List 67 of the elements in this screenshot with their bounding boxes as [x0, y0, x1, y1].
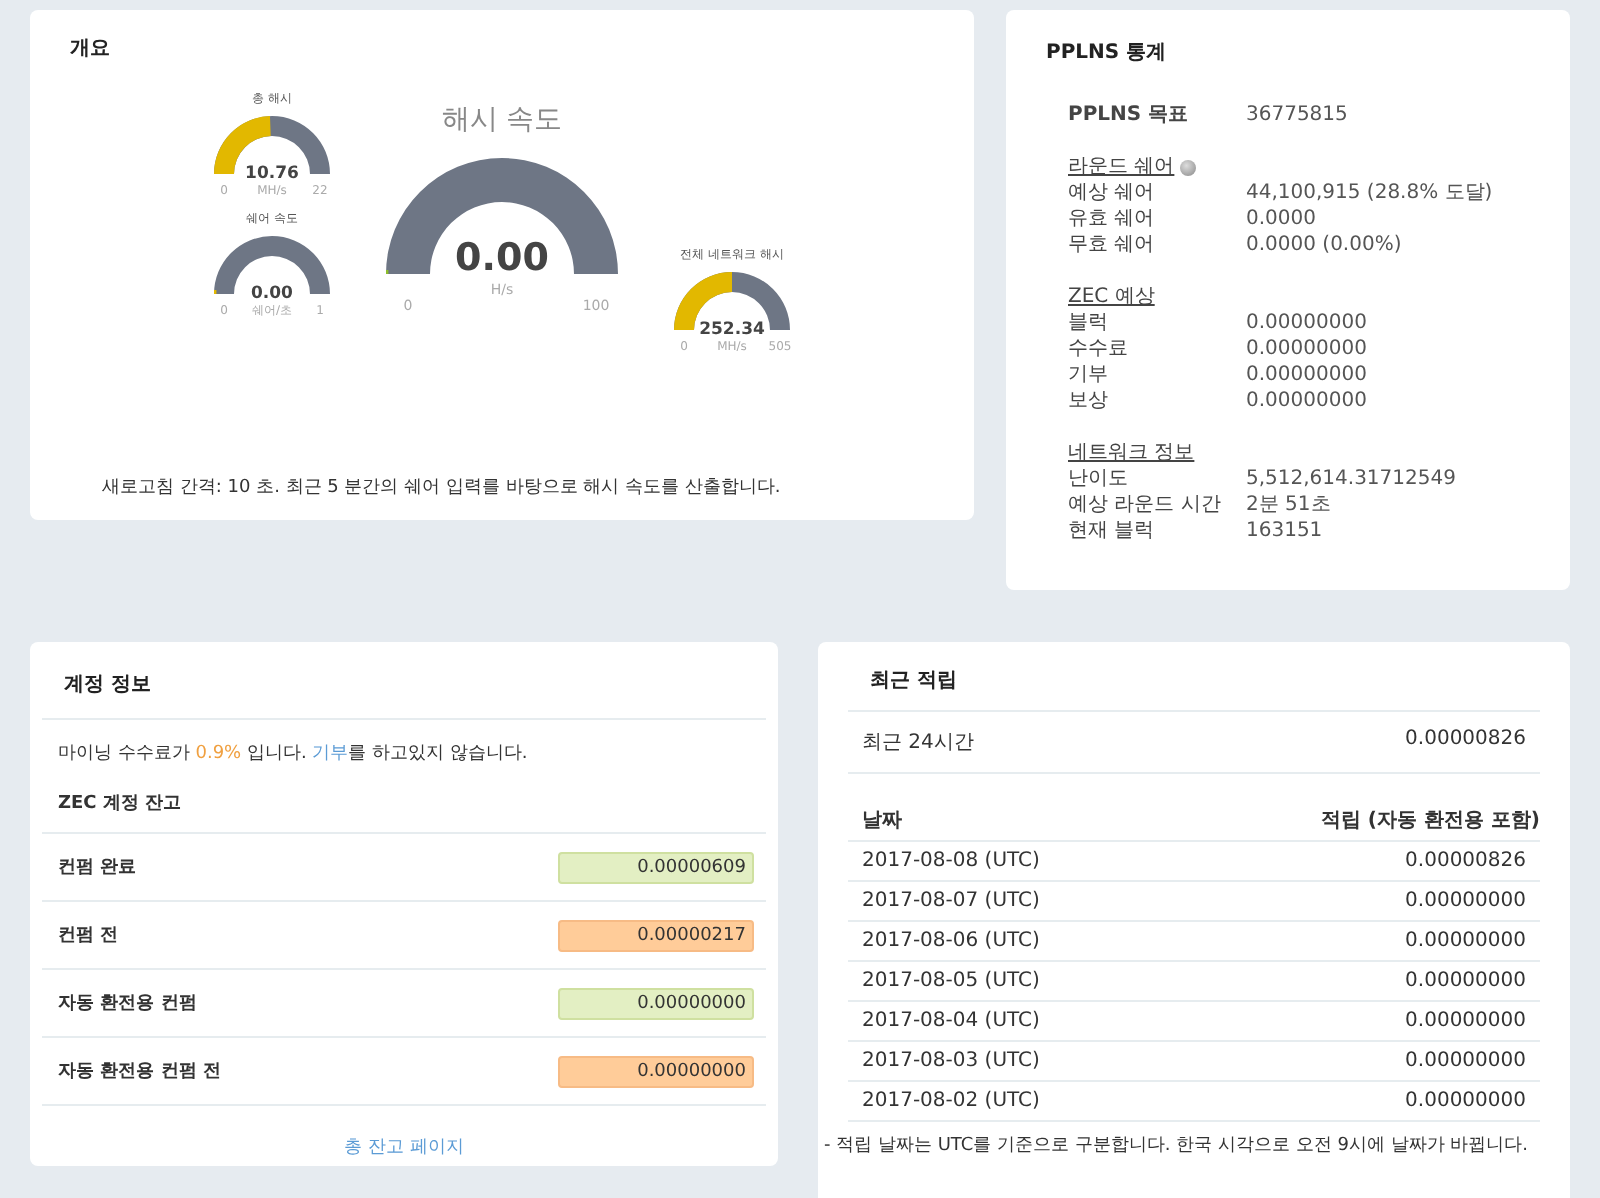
- stat-value: 0.00000000: [1246, 310, 1367, 336]
- stat-value: 36775815: [1246, 102, 1348, 128]
- table-cell: 2017-08-03 (UTC): [862, 1050, 1040, 1072]
- stat-label: 예상 라운드 시간: [1068, 492, 1223, 518]
- balance-label: 자동 환전용 컨펌: [58, 992, 197, 1016]
- table-cell: 2017-08-02 (UTC): [862, 1090, 1040, 1112]
- balance-title: ZEC 계정 잔고: [42, 790, 766, 834]
- fee-text: 마이닝 수수료가 0.9% 입니다. 기부를 하고있지 않습니다.: [58, 742, 530, 766]
- gauge-value: 0.00: [455, 236, 549, 280]
- stat-label: 기부: [1068, 362, 1110, 388]
- table-cell: 0.00000000: [1405, 1010, 1526, 1032]
- balance-value: 0.00000609: [558, 851, 754, 883]
- section-title: 네트워크 정보: [1068, 440, 1195, 466]
- table-cell: 0.00000000: [1405, 930, 1526, 952]
- stat-value: 0.0000 (0.00%): [1246, 232, 1402, 258]
- balance-value: 0.00000000: [558, 1055, 754, 1087]
- table-cell: 0.00000000: [1405, 1090, 1526, 1112]
- column-header: 적립 (자동 환전용 포함): [1320, 808, 1540, 834]
- donation-link[interactable]: 기부: [312, 744, 349, 764]
- balance-label: 컨펌 전: [58, 924, 119, 948]
- gauge-value: 0.00: [251, 284, 293, 304]
- stat-label: 보상: [1068, 388, 1110, 414]
- stat-value: 0.00000000: [1246, 336, 1367, 362]
- table-cell: 0.00000000: [1405, 890, 1526, 912]
- stat-value: 0.00000000: [1246, 362, 1367, 388]
- stat-value: 2분 51초: [1246, 492, 1331, 518]
- stat-label: 현재 블럭: [1068, 518, 1157, 544]
- stat-label: 유효 쉐어: [1068, 206, 1157, 232]
- gauge-value: 252.34: [699, 320, 765, 340]
- stat-label: 예상 쉐어: [1068, 180, 1157, 206]
- balance-value: 0.00000217: [558, 919, 754, 951]
- gauge-title: 해시 속도: [441, 102, 563, 138]
- balance-label: 컨펌 완료: [58, 856, 137, 880]
- table-cell: 2017-08-07 (UTC): [862, 890, 1040, 912]
- card-title: 최근 적립: [848, 642, 1540, 712]
- table-cell: 2017-08-04 (UTC): [862, 1010, 1040, 1032]
- stat-label: 수수료: [1068, 336, 1130, 362]
- gauge-value: 10.76: [245, 164, 299, 184]
- column-header: 날짜: [862, 808, 902, 834]
- card-title: PPLNS 통계: [1046, 40, 1169, 66]
- table-cell: 0.00000826: [1405, 850, 1526, 872]
- table-cell: 2017-08-05 (UTC): [862, 970, 1040, 992]
- stat-label: 난이도: [1068, 466, 1130, 492]
- table-cell: 0.00000000: [1405, 1050, 1526, 1072]
- stat-value: 0.0000: [1246, 206, 1316, 232]
- total-balance-link[interactable]: 총 잔고 페이지: [344, 1138, 464, 1158]
- section-title: ZEC 예상: [1068, 284, 1155, 310]
- stat-value: 44,100,915 (28.8% 도달): [1246, 180, 1493, 206]
- balance-value: 0.00000000: [558, 987, 754, 1019]
- card-title: 개요: [70, 36, 112, 62]
- stat-label: 무효 쉐어: [1068, 232, 1157, 258]
- stat-value: 5,512,614.31712549: [1246, 466, 1456, 492]
- period-value: 0.00000826: [1405, 728, 1526, 754]
- table-cell: 2017-08-06 (UTC): [862, 930, 1040, 952]
- help-icon[interactable]: [1180, 159, 1197, 175]
- balance-label: 자동 환전용 컨펌 전: [58, 1060, 221, 1084]
- card-title: 계정 정보: [42, 642, 766, 720]
- stat-value: 163151: [1246, 518, 1323, 544]
- stat-label: 블럭: [1068, 310, 1110, 336]
- stat-label: PPLNS 목표: [1068, 102, 1191, 128]
- section-title: 라운드 쉐어: [1068, 154, 1175, 180]
- table-cell: 0.00000000: [1405, 970, 1526, 992]
- stat-value: 0.00000000: [1246, 388, 1367, 414]
- refresh-note: 새로고침 간격: 10 초. 최근 5 분간의 쉐어 입력를 바탕으로 해시 속도를 산출합니다.: [102, 476, 783, 500]
- period-label: 최근 24시간: [862, 730, 974, 756]
- footnote: - 적립 날짜는 UTC를 기준으로 구분합니다. 한국 시각으로 오전 9시에 날짜가 바뀝니다.: [824, 1134, 1531, 1158]
- table-cell: 2017-08-08 (UTC): [862, 850, 1040, 872]
